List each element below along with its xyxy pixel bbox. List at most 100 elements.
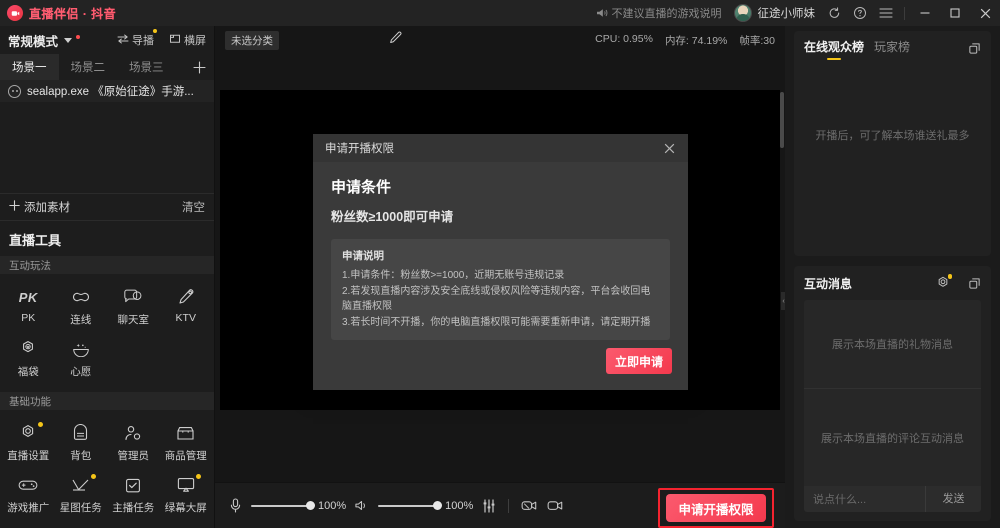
scene-tabs: 场景一 场景二 场景三 xyxy=(0,54,214,80)
pk-icon: PK xyxy=(18,289,38,305)
game-notice-link[interactable]: 不建议直播的游戏说明 xyxy=(596,5,722,21)
rank-empty-text: 开播后，可了解本场谁送礼最多 xyxy=(815,130,970,142)
microphone-icon xyxy=(177,287,195,307)
speaker-slider-knob[interactable] xyxy=(433,501,443,510)
message-input[interactable]: 说点什么... xyxy=(804,491,925,507)
popout-window-icon[interactable] xyxy=(968,277,981,290)
scrollbar[interactable] xyxy=(780,92,784,148)
memory-stat: 内存: 74.19% xyxy=(664,34,728,47)
microphone-icon[interactable] xyxy=(229,498,242,513)
speaker-volume-slider[interactable]: 100% xyxy=(378,500,473,512)
help-circle-icon[interactable] xyxy=(847,0,873,26)
tool-wish[interactable]: 心愿 xyxy=(55,334,108,386)
speaker-slider-track[interactable] xyxy=(378,501,443,510)
mic-slider-knob[interactable] xyxy=(306,501,315,510)
guide-label: 导播 xyxy=(132,35,154,47)
tool-live-settings-label: 直播设置 xyxy=(7,450,50,462)
camera-icon[interactable] xyxy=(547,499,564,512)
settings-gear-icon[interactable] xyxy=(936,274,952,290)
tab-player-rank[interactable]: 玩家榜 xyxy=(874,38,910,58)
minimize-icon[interactable] xyxy=(910,0,940,26)
mic-volume-slider[interactable]: 100% xyxy=(251,500,346,512)
tool-link[interactable]: 连线 xyxy=(55,282,108,334)
tool-game-promo[interactable]: 游戏推广 xyxy=(2,470,55,522)
speaker-icon[interactable] xyxy=(355,499,369,512)
maximize-icon[interactable] xyxy=(940,0,970,26)
tool-live-settings[interactable]: 直播设置 xyxy=(2,418,55,470)
chatroom-icon xyxy=(123,287,143,307)
group-header-basic: 基础功能 xyxy=(0,392,214,410)
pencil-icon[interactable] xyxy=(389,31,402,49)
tool-shop[interactable]: 商品管理 xyxy=(160,418,213,470)
tool-chatroom[interactable]: 聊天室 xyxy=(107,282,160,334)
msg-settings-badge-dot xyxy=(947,274,952,279)
category-chip[interactable]: 未选分类 xyxy=(225,30,279,50)
tool-shop-label: 商品管理 xyxy=(164,450,207,462)
orientation-button[interactable]: 横屏 xyxy=(169,32,206,48)
speaker-volume-value: 100% xyxy=(445,499,474,512)
comment-placeholder: 展示本场直播的评论互动消息 xyxy=(821,432,964,445)
tool-backpack-label: 背包 xyxy=(70,450,92,462)
tool-ktv[interactable]: KTV xyxy=(160,282,213,334)
performance-stats: CPU: 0.95% 内存: 74.19% 帧率:30 xyxy=(595,33,775,48)
live-settings-badge-dot xyxy=(38,422,44,427)
modal-apply-now-button[interactable]: 立即申请 xyxy=(606,348,672,374)
hamburger-menu-icon[interactable] xyxy=(873,0,899,26)
wish-icon xyxy=(71,339,91,359)
modal-heading: 申请条件 xyxy=(331,179,392,196)
user-profile[interactable]: 征途小师妹 xyxy=(733,4,816,22)
tool-wish-label: 心愿 xyxy=(70,366,92,378)
scene-tab-3[interactable]: 场景三 xyxy=(117,54,176,80)
interaction-message-card: 互动消息 展示本场直播的礼物消息 展示本场直播的评论互动消息 说点什么... 发… xyxy=(794,266,991,521)
modal-body: 申请条件 粉丝数≥1000即可申请 申请说明 1.申请条件：粉丝数>=1000，… xyxy=(313,162,688,340)
scene-tab-1-label: 场景一 xyxy=(12,62,47,74)
app-window: 直播伴侣 · 抖音 不建议直播的游戏说明 征途小师妹 常规模式 导播 横屏 场景… xyxy=(0,0,1000,528)
tool-admin[interactable]: 管理员 xyxy=(107,418,160,470)
apply-permission-button[interactable]: 申请开播权限 xyxy=(666,494,766,522)
tool-green-screen[interactable]: 绿幕大屏 xyxy=(160,470,213,522)
mode-selector[interactable]: 常规模式 xyxy=(8,31,58,50)
tool-game-promo-label: 游戏推广 xyxy=(7,502,50,514)
avatar xyxy=(733,4,752,22)
scene-tab-1[interactable]: 场景一 xyxy=(0,54,59,80)
tool-grid-interactive: PK PK 连线 聊天室 KTV 福袋 心愿 xyxy=(0,274,214,392)
tool-chatroom-label: 聊天室 xyxy=(117,314,150,326)
rank-card-header: 在线观众榜 玩家榜 xyxy=(794,31,991,65)
tool-anchor-task[interactable]: 主播任务 xyxy=(107,470,160,522)
tool-link-label: 连线 xyxy=(70,314,92,326)
send-button[interactable]: 发送 xyxy=(925,486,981,512)
tool-backpack[interactable]: 背包 xyxy=(55,418,108,470)
scene-tab-2[interactable]: 场景二 xyxy=(59,54,118,80)
apply-permission-modal: 申请开播权限 申请条件 粉丝数≥1000即可申请 申请说明 1.申请条件：粉丝数… xyxy=(313,134,688,390)
guide-badge-dot xyxy=(153,29,157,33)
title-bar: 直播伴侣 · 抖音 不建议直播的游戏说明 征途小师妹 xyxy=(0,0,1000,26)
group-header-basic-label: 基础功能 xyxy=(9,395,51,408)
mic-slider-track[interactable] xyxy=(251,501,315,510)
tools-title: 直播工具 xyxy=(9,233,62,248)
chevron-down-icon[interactable] xyxy=(64,37,73,43)
camera-disabled-icon[interactable] xyxy=(521,499,538,512)
close-icon[interactable] xyxy=(663,142,676,155)
tool-pk[interactable]: PK PK xyxy=(2,282,55,334)
audio-mixer-icon[interactable] xyxy=(482,498,496,513)
clear-button[interactable]: 清空 xyxy=(182,199,205,215)
star-task-badge-dot xyxy=(91,474,97,479)
list-item[interactable]: sealapp.exe 《原始征途》手游... xyxy=(0,80,214,102)
user-name: 征途小师妹 xyxy=(757,8,816,20)
backpack-icon xyxy=(72,423,89,443)
toolbar-divider xyxy=(508,498,510,513)
add-material-button[interactable]: 添加素材 xyxy=(9,199,70,215)
tool-star-task[interactable]: 星图任务 xyxy=(55,470,108,522)
message-input-row: 说点什么... 发送 xyxy=(804,486,981,512)
tool-luckybag[interactable]: 福袋 xyxy=(2,334,55,386)
plus-icon[interactable] xyxy=(184,54,214,80)
source-empty-area xyxy=(0,102,214,193)
popout-window-icon[interactable] xyxy=(968,42,981,55)
refresh-icon[interactable] xyxy=(821,0,847,26)
tab-online-audience[interactable]: 在线观众榜 xyxy=(804,38,864,58)
tool-green-screen-label: 绿幕大屏 xyxy=(164,502,207,514)
modal-note-line-2: 2.若发现直播内容涉及安全底线或侵权风险等违规内容，平台会收回电脑直播权限 xyxy=(342,285,651,313)
guide-button[interactable]: 导播 xyxy=(117,29,157,48)
close-icon[interactable] xyxy=(970,0,1000,26)
tool-luckybag-label: 福袋 xyxy=(17,366,39,378)
